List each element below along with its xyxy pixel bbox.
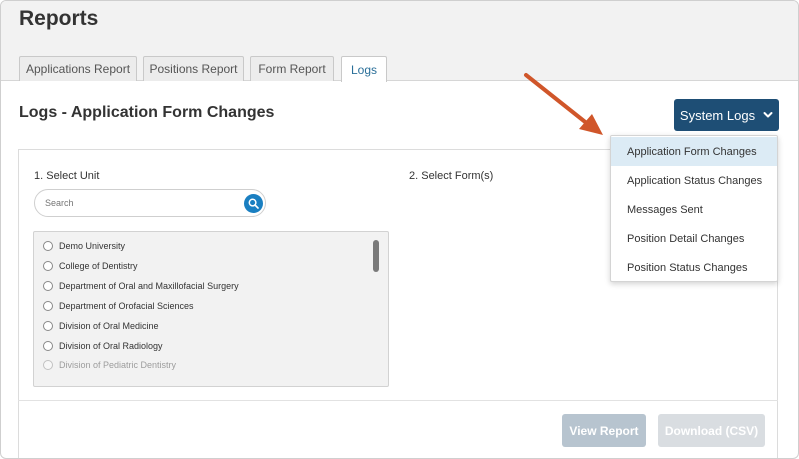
unit-list-scrollbar[interactable]: [373, 240, 379, 272]
menu-item-application-status-changes[interactable]: Application Status Changes: [611, 166, 777, 195]
unit-label: College of Dentistry: [59, 261, 138, 271]
unit-label: Department of Oral and Maxillofacial Sur…: [59, 281, 239, 291]
menu-item-position-detail-changes[interactable]: Position Detail Changes: [611, 224, 777, 253]
page-title: Reports: [19, 7, 99, 30]
unit-label: Department of Orofacial Sciences: [59, 301, 194, 311]
unit-option-pediatric-dentistry[interactable]: Division of Pediatric Dentistry: [43, 357, 176, 373]
section-title: Logs - Application Form Changes: [19, 104, 275, 121]
panel-divider: [18, 400, 778, 401]
system-logs-menu: Application Form Changes Application Sta…: [610, 135, 778, 282]
unit-option-oral-maxillofacial-surgery[interactable]: Department of Oral and Maxillofacial Sur…: [43, 278, 239, 294]
menu-item-position-status-changes[interactable]: Position Status Changes: [611, 253, 777, 282]
unit-option-orofacial-sciences[interactable]: Department of Orofacial Sciences: [43, 298, 194, 314]
unit-label: Division of Pediatric Dentistry: [59, 360, 177, 370]
download-csv-button[interactable]: Download (CSV): [658, 414, 765, 447]
reports-header: Reports Applications Report Positions Re…: [1, 1, 798, 82]
unit-search: [34, 189, 266, 217]
unit-search-input[interactable]: [45, 195, 235, 211]
unit-label: Division of Oral Radiology: [59, 341, 163, 351]
app-window: Reports Applications Report Positions Re…: [0, 0, 799, 459]
radio-icon[interactable]: [43, 341, 53, 351]
radio-icon[interactable]: [43, 281, 53, 291]
radio-icon[interactable]: [43, 301, 53, 311]
system-logs-button[interactable]: System Logs: [674, 99, 779, 131]
unit-label: Demo University: [59, 241, 126, 251]
system-logs-label: System Logs: [679, 107, 756, 123]
select-unit-label: 1. Select Unit: [34, 170, 100, 182]
tab-applications-report[interactable]: Applications Report: [19, 56, 137, 81]
radio-icon[interactable]: [43, 261, 53, 271]
select-forms-label: 2. Select Form(s): [409, 170, 494, 182]
unit-option-oral-medicine[interactable]: Division of Oral Medicine: [43, 318, 159, 334]
search-button[interactable]: [244, 194, 263, 213]
radio-icon[interactable]: [43, 241, 53, 251]
unit-label: Division of Oral Medicine: [59, 321, 159, 331]
view-report-button[interactable]: View Report: [562, 414, 646, 447]
unit-option-college-of-dentistry[interactable]: College of Dentistry: [43, 258, 138, 274]
search-icon: [248, 198, 259, 209]
unit-option-oral-radiology[interactable]: Division of Oral Radiology: [43, 338, 163, 354]
radio-icon[interactable]: [43, 321, 53, 331]
tab-positions-report[interactable]: Positions Report: [143, 56, 244, 81]
tab-form-report[interactable]: Form Report: [250, 56, 334, 81]
menu-item-application-form-changes[interactable]: Application Form Changes: [611, 137, 777, 166]
menu-item-messages-sent[interactable]: Messages Sent: [611, 195, 777, 224]
unit-option-demo-university[interactable]: Demo University: [43, 238, 125, 254]
unit-list[interactable]: Demo University College of Dentistry Dep…: [33, 231, 389, 387]
radio-icon[interactable]: [43, 360, 53, 370]
chevron-down-icon: [763, 112, 773, 118]
tab-logs[interactable]: Logs: [341, 56, 387, 82]
